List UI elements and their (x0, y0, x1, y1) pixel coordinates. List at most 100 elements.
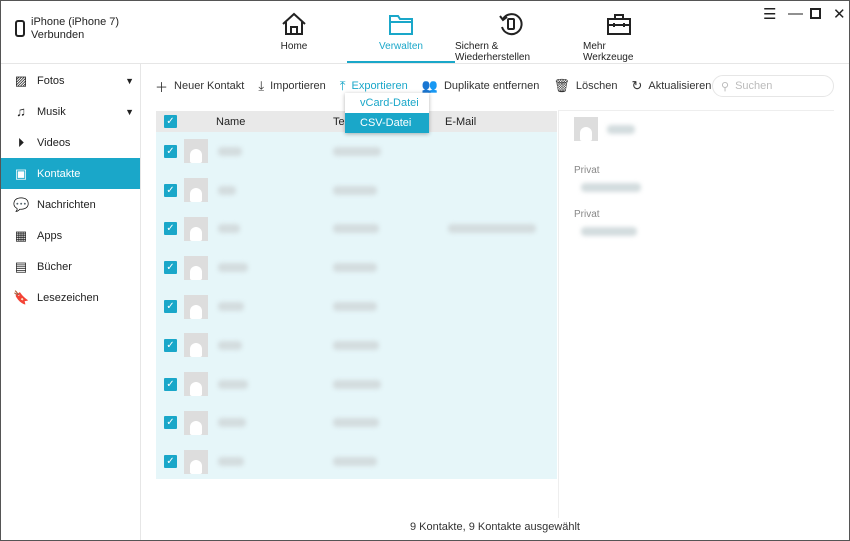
sidebar-item-fotos[interactable]: ▨ Fotos ▼ (1, 65, 140, 96)
import-button[interactable]: ⤓ Importieren (258, 78, 325, 94)
chevron-down-icon[interactable]: ▼ (125, 107, 134, 117)
contact-phone (333, 185, 377, 195)
nav-label: Sichern & Wiederherstellen (455, 41, 531, 63)
row-checkbox[interactable]: ✓ (164, 144, 177, 158)
menu-item-vcard[interactable]: vCard-Datei (345, 93, 429, 113)
sidebar-item-label: Lesezeichen (37, 291, 99, 304)
device-name: iPhone (iPhone 7) (31, 16, 120, 28)
backup-restore-icon (499, 13, 523, 36)
sidebar-item-lesezeichen[interactable]: 🔖 Lesezeichen (1, 282, 140, 313)
avatar (184, 333, 208, 358)
toolbar: ＋ Neuer Kontakt ⤓ Importieren ⤒ Exportieren… (155, 77, 711, 95)
avatar (184, 449, 208, 474)
nav-backup[interactable]: Sichern & Wiederherstellen (455, 11, 567, 63)
contact-name (218, 302, 244, 312)
table-row[interactable]: ✓ (156, 442, 557, 481)
button-label: Exportieren (351, 80, 408, 92)
detail-label: Privat (574, 165, 600, 176)
sidebar-item-buecher[interactable]: ▤ Bücher (1, 251, 140, 282)
sidebar-item-kontakte[interactable]: ▣ Kontakte (1, 158, 140, 189)
sidebar-item-label: Apps (37, 229, 63, 242)
sidebar-item-label: Videos (37, 136, 71, 149)
search-icon: ⚲ (721, 80, 730, 93)
table-row[interactable]: ✓ (156, 171, 557, 210)
table-row[interactable]: ✓ (156, 287, 557, 326)
phone-icon (15, 20, 25, 37)
contact-name (218, 185, 236, 195)
close-icon[interactable]: ✕ (833, 5, 846, 23)
row-checkbox[interactable]: ✓ (164, 338, 177, 352)
button-label: Neuer Kontakt (174, 80, 245, 92)
table-row[interactable]: ✓ (156, 404, 557, 443)
table-row[interactable]: ✓ (156, 248, 557, 287)
sidebar-item-apps[interactable]: ▦ Apps (1, 220, 140, 251)
nav-tools[interactable]: Mehr Werkzeuge (583, 11, 655, 63)
download-icon: ⤓ (258, 78, 265, 93)
contact-phone (333, 379, 381, 389)
table-row[interactable]: ✓ (156, 326, 557, 365)
row-checkbox[interactable]: ✓ (164, 261, 177, 275)
row-checkbox[interactable]: ✓ (164, 455, 177, 469)
row-checkbox[interactable]: ✓ (164, 416, 177, 430)
row-checkbox[interactable]: ✓ (164, 183, 177, 197)
contact-name (218, 340, 242, 350)
row-checkbox[interactable]: ✓ (164, 300, 177, 314)
nav-home[interactable]: Home (267, 11, 321, 63)
column-name[interactable]: Name (216, 116, 245, 128)
sidebar-item-nachrichten[interactable]: 💬 Nachrichten (1, 189, 140, 220)
avatar (184, 255, 208, 280)
export-button[interactable]: ⤒ Exportieren (340, 78, 408, 94)
trash-icon: 🗑 (553, 78, 570, 93)
refresh-button[interactable]: ↻ Aktualisieren (631, 78, 711, 94)
avatar (184, 178, 208, 203)
detail-label: Privat (574, 209, 600, 220)
column-email[interactable]: E-Mail (445, 116, 476, 128)
avatar (184, 410, 208, 435)
row-checkbox[interactable]: ✓ (164, 222, 177, 236)
detail-value (581, 227, 637, 236)
new-contact-button[interactable]: ＋ Neuer Kontakt (155, 77, 244, 96)
contact-phone (333, 302, 377, 312)
folder-icon (389, 15, 413, 35)
sidebar-item-musik[interactable]: ♫ Musik ▼ (1, 96, 140, 127)
table-row[interactable]: ✓ (156, 365, 557, 404)
contact-name (218, 418, 246, 428)
avatar (184, 139, 208, 164)
delete-button[interactable]: 🗑 Löschen (553, 78, 617, 94)
photo-icon: ▨ (14, 72, 28, 88)
refresh-icon: ↻ (631, 78, 643, 93)
music-icon: ♫ (16, 104, 26, 119)
menu-icon[interactable]: ☰ (763, 5, 776, 23)
search-placeholder: Suchen (735, 80, 773, 92)
contact-phone (333, 418, 379, 428)
sidebar-item-label: Kontakte (37, 167, 81, 180)
nav-verwalten[interactable]: Verwalten (347, 11, 455, 63)
table-row[interactable]: ✓ (156, 132, 557, 171)
search-input[interactable]: ⚲ Suchen (712, 75, 834, 97)
remove-duplicates-button[interactable]: 👥 Duplikate entfernen (422, 78, 540, 94)
menu-item-csv[interactable]: CSV-Datei (345, 113, 429, 133)
sidebar-item-videos[interactable]: ⏵ Videos (1, 127, 140, 158)
sidebar-item-label: Nachrichten (37, 198, 96, 211)
contact-name (218, 379, 248, 389)
contact-phone (333, 224, 379, 234)
message-icon: 💬 (13, 196, 30, 212)
table-row[interactable]: ✓ (156, 210, 557, 249)
detail-value (581, 183, 641, 192)
contacts-table: ✓ Name Te E-Mail ✓ ✓ ✓ ✓ ✓ ✓ ✓ ✓ ✓ (156, 111, 557, 479)
contact-name (218, 224, 240, 234)
contact-name (218, 146, 242, 156)
row-checkbox[interactable]: ✓ (164, 377, 177, 391)
maximize-icon[interactable] (810, 8, 821, 19)
sidebar-item-label: Musik (37, 105, 66, 118)
device-info: iPhone (iPhone 7) Verbunden (15, 16, 119, 42)
users-icon: 👥 (421, 78, 438, 93)
minimize-icon[interactable]: — (788, 5, 803, 22)
plus-icon: ＋ (155, 79, 169, 95)
detail-name (607, 125, 635, 134)
play-icon: ⏵ (17, 134, 25, 150)
button-label: Importieren (270, 80, 326, 92)
column-phone[interactable]: Te (333, 116, 345, 128)
chevron-down-icon[interactable]: ▼ (125, 76, 134, 86)
select-all-checkbox[interactable]: ✓ (164, 115, 177, 128)
